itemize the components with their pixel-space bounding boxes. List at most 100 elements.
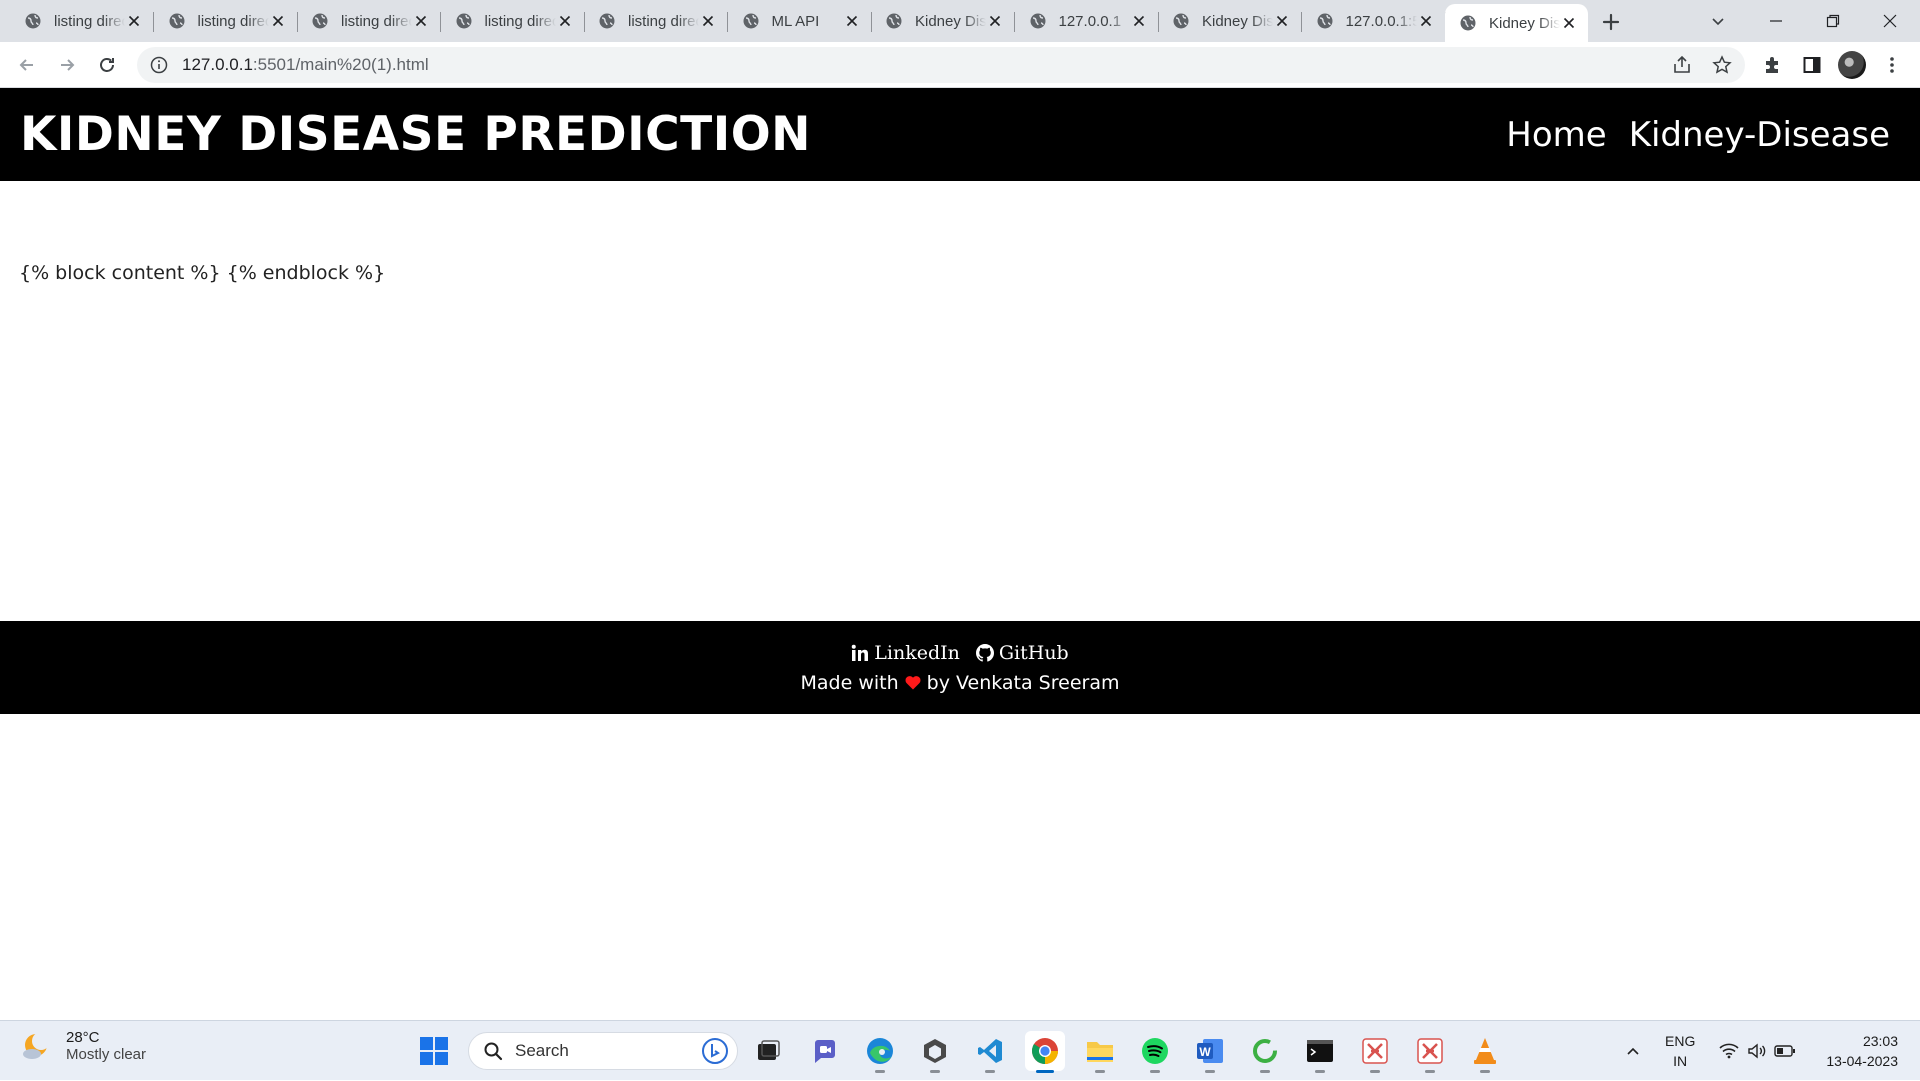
tab-close-button[interactable] (1417, 12, 1435, 30)
tab-close-button[interactable] (269, 12, 287, 30)
volume-status[interactable] (1744, 1021, 1770, 1081)
close-window-button[interactable] (1862, 0, 1918, 42)
tab-close-button[interactable] (1560, 14, 1578, 32)
task-view-button[interactable] (748, 1031, 788, 1071)
chrome-icon (1032, 1038, 1058, 1064)
tab-close-button[interactable] (1130, 12, 1148, 30)
minimize-button[interactable] (1748, 0, 1804, 42)
moon-cloud-icon (23, 1032, 50, 1059)
vscode-button[interactable] (970, 1031, 1010, 1073)
spotify-icon (1142, 1038, 1168, 1064)
heart-icon (905, 676, 921, 690)
nav-kidney-disease-link[interactable]: Kidney-Disease (1629, 115, 1890, 155)
unity-button[interactable] (915, 1031, 955, 1073)
chrome-button[interactable] (1025, 1031, 1065, 1073)
tab-close-button[interactable] (1273, 12, 1291, 30)
terminal-button[interactable] (1300, 1031, 1340, 1073)
globe-icon (1317, 13, 1332, 29)
bookmark-button[interactable] (1709, 52, 1735, 78)
tab-title: Kidney Disease (1202, 12, 1273, 30)
weather-widget[interactable]: 28°C Mostly clear (22, 1029, 146, 1063)
reload-button[interactable] (91, 49, 123, 81)
new-tab-button[interactable] (1597, 8, 1625, 36)
unity-icon (924, 1039, 946, 1063)
wifi-status[interactable] (1716, 1021, 1742, 1081)
tab-search-button[interactable] (1690, 0, 1746, 42)
green-ring-app-button[interactable] (1245, 1031, 1285, 1073)
close-icon (1420, 15, 1431, 27)
word-button[interactable]: W (1190, 1031, 1230, 1073)
xampp-button-2[interactable] (1410, 1031, 1450, 1073)
globe-icon (456, 13, 471, 29)
restore-button[interactable] (1805, 0, 1861, 42)
browser-tab[interactable]: 127.0.0.1:5501 (1302, 4, 1446, 38)
windows-logo-icon (420, 1037, 448, 1065)
file-explorer-button[interactable] (1080, 1031, 1120, 1073)
browser-tab[interactable]: Kidney Disease (1158, 4, 1302, 38)
browser-tab[interactable]: listing directory (297, 4, 441, 38)
browser-tab[interactable]: Kidney Disease (871, 4, 1015, 38)
xampp-button[interactable] (1355, 1031, 1395, 1073)
browser-tab[interactable]: listing directory (584, 4, 728, 38)
browser-tab[interactable]: listing directory (10, 4, 154, 38)
footer-credit: Made with by Venkata Sreeram (801, 672, 1120, 694)
folder-icon (1087, 1042, 1113, 1062)
bing-icon[interactable] (701, 1037, 729, 1065)
browser-tab[interactable]: 127.0.0.1 (1015, 4, 1159, 38)
show-hidden-icons-button[interactable] (1618, 1021, 1648, 1081)
chat-button[interactable] (805, 1031, 845, 1071)
github-link[interactable]: GitHub (975, 641, 1069, 664)
language-indicator[interactable]: ENG IN (1665, 1031, 1695, 1071)
more-vertical-icon (1890, 57, 1894, 73)
wifi-icon (1719, 1043, 1739, 1059)
weather-temperature: 28°C (66, 1029, 100, 1046)
url-text[interactable]: 127.0.0.1:5501/main%20(1).html (182, 55, 429, 75)
page-viewport: KIDNEY DISEASE PREDICTION Home Kidney-Di… (0, 88, 1920, 1020)
speaker-icon (1748, 1043, 1766, 1059)
spotify-button[interactable] (1135, 1031, 1175, 1073)
system-clock[interactable]: 23:03 13-04-2023 (1826, 1031, 1898, 1071)
share-button[interactable] (1669, 52, 1695, 78)
browser-tab[interactable]: listing directory (441, 4, 585, 38)
browser-tab[interactable]: Kidney Disease (1445, 4, 1588, 42)
battery-status[interactable] (1772, 1021, 1798, 1081)
linkedin-link[interactable]: LinkedIn (851, 642, 960, 664)
extensions-button[interactable] (1758, 51, 1786, 79)
tab-close-button[interactable] (699, 12, 717, 30)
edge-button[interactable] (860, 1031, 900, 1073)
running-indicator (1425, 1070, 1435, 1073)
back-button[interactable] (11, 49, 43, 81)
profile-avatar[interactable] (1838, 51, 1866, 79)
side-panel-button[interactable] (1798, 51, 1826, 79)
share-icon (1674, 55, 1690, 73)
info-icon[interactable] (150, 56, 168, 74)
tab-close-button[interactable] (125, 12, 143, 30)
footer-links: LinkedIn GitHub (851, 641, 1069, 664)
browser-menu-button[interactable] (1878, 51, 1906, 79)
nav-home-link[interactable]: Home (1506, 115, 1606, 155)
url-host: 127.0.0.1 (182, 55, 253, 74)
tab-close-button[interactable] (556, 12, 574, 30)
globe-icon (1173, 13, 1189, 29)
close-icon (846, 15, 857, 27)
tab-title: 127.0.0.1:5501 (1345, 12, 1417, 30)
vlc-button[interactable] (1465, 1031, 1505, 1073)
tab-title: ML API (771, 12, 820, 30)
github-label: GitHub (998, 641, 1069, 664)
tab-close-button[interactable] (412, 12, 430, 30)
forward-button[interactable] (51, 49, 83, 81)
author-text: by Venkata Sreeram (926, 671, 1120, 694)
browser-tab[interactable]: ML API (728, 4, 872, 38)
start-button[interactable] (414, 1031, 454, 1071)
running-indicator (1480, 1070, 1490, 1073)
tab-close-button[interactable] (986, 12, 1004, 30)
made-with-text: Made with (800, 671, 899, 694)
close-icon (128, 15, 140, 27)
browser-tab[interactable]: listing directory (154, 4, 298, 38)
tab-close-button[interactable] (843, 12, 861, 30)
globe-icon (1460, 15, 1476, 31)
template-placeholder-text: {% block content %} {% endblock %} (19, 262, 386, 284)
address-bar[interactable]: 127.0.0.1:5501/main%20(1).html (137, 47, 1745, 83)
taskbar-search-box[interactable]: Search (468, 1032, 738, 1070)
close-icon (415, 15, 427, 27)
